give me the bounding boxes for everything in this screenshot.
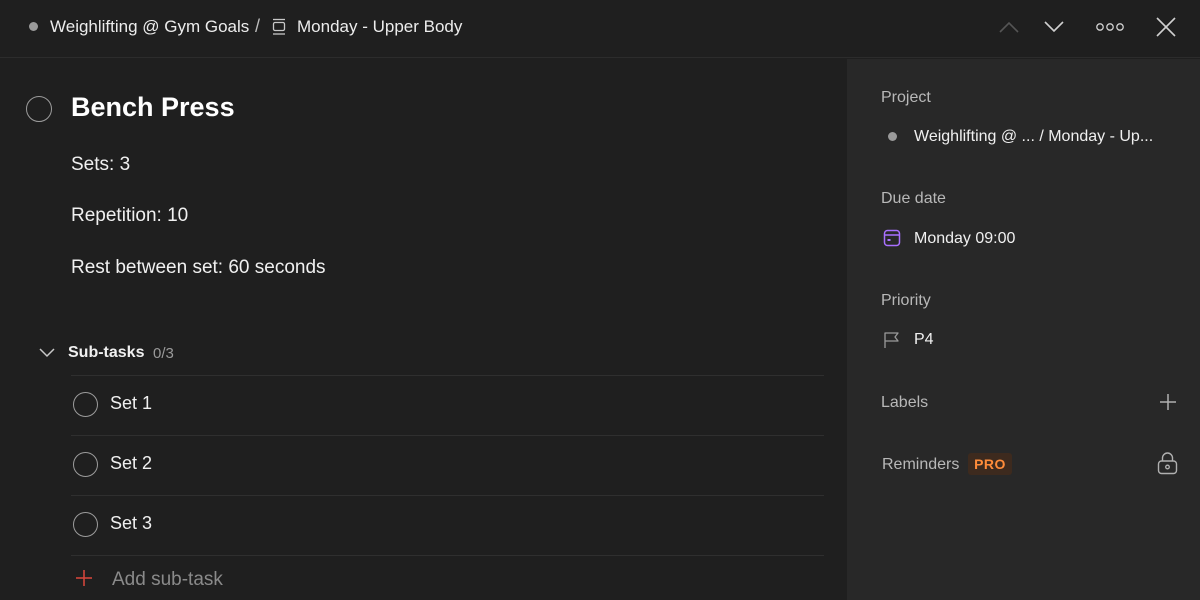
project-value[interactable]: Weighlifting @ ... / Monday - Up... xyxy=(914,128,1153,146)
task-description-line[interactable]: Sets: 3 xyxy=(71,154,130,176)
project-label: Project xyxy=(881,89,931,107)
subtask-name[interactable]: Set 3 xyxy=(110,513,152,534)
project-dot-icon xyxy=(29,22,38,31)
subtasks-collapse-chevron-icon[interactable] xyxy=(38,347,56,359)
labels-label[interactable]: Labels xyxy=(881,394,928,412)
next-task-button[interactable] xyxy=(1039,13,1069,41)
task-description-line[interactable]: Repetition: 10 xyxy=(71,205,188,227)
priority-value[interactable]: P4 xyxy=(914,331,934,349)
plus-icon xyxy=(75,569,93,587)
subtask-name[interactable]: Set 1 xyxy=(110,393,152,414)
task-sidebar: Project Weighlifting @ ... / Monday - Up… xyxy=(847,59,1200,600)
previous-task-button[interactable] xyxy=(994,13,1024,41)
add-label-plus-icon[interactable] xyxy=(1159,393,1177,411)
task-title[interactable]: Bench Press xyxy=(71,92,235,123)
add-subtask-button[interactable]: Add sub-task xyxy=(71,555,824,600)
task-header: Weighlifting @ Gym Goals / Monday - Uppe… xyxy=(0,0,1200,58)
flag-icon xyxy=(883,331,901,349)
reminders-label[interactable]: Reminders xyxy=(882,456,959,474)
add-subtask-label: Add sub-task xyxy=(112,569,223,591)
project-dot-icon xyxy=(888,132,897,141)
pro-badge: PRO xyxy=(968,453,1012,475)
chevron-down-icon xyxy=(1043,20,1065,34)
subtasks-count: 0/3 xyxy=(153,345,174,362)
complete-task-checkbox[interactable] xyxy=(26,96,52,122)
close-icon xyxy=(1155,16,1177,38)
due-date-label: Due date xyxy=(881,190,946,208)
calendar-icon xyxy=(883,229,901,247)
more-icon xyxy=(1095,22,1125,32)
task-detail-main: Bench Press Sets: 3 Repetition: 10 Rest … xyxy=(0,59,847,600)
breadcrumb-section[interactable]: Monday - Upper Body xyxy=(297,17,462,37)
chevron-up-icon xyxy=(998,20,1020,34)
subtask-row[interactable]: Set 3 xyxy=(71,495,824,555)
subtask-row[interactable]: Set 1 xyxy=(71,375,824,435)
due-date-value[interactable]: Monday 09:00 xyxy=(914,230,1015,248)
task-description-line[interactable]: Rest between set: 60 seconds xyxy=(71,257,326,279)
subtask-checkbox[interactable] xyxy=(73,512,98,537)
subtask-name[interactable]: Set 2 xyxy=(110,453,152,474)
breadcrumb-separator: / xyxy=(255,16,260,37)
more-actions-button[interactable] xyxy=(1095,13,1125,41)
subtask-checkbox[interactable] xyxy=(73,452,98,477)
lock-icon xyxy=(1157,452,1178,475)
subtasks-label[interactable]: Sub-tasks xyxy=(68,344,144,362)
priority-label: Priority xyxy=(881,292,931,310)
subtask-row[interactable]: Set 2 xyxy=(71,435,824,495)
close-button[interactable] xyxy=(1151,13,1181,41)
breadcrumb-project[interactable]: Weighlifting @ Gym Goals xyxy=(50,17,249,37)
subtask-checkbox[interactable] xyxy=(73,392,98,417)
section-icon xyxy=(272,18,286,36)
